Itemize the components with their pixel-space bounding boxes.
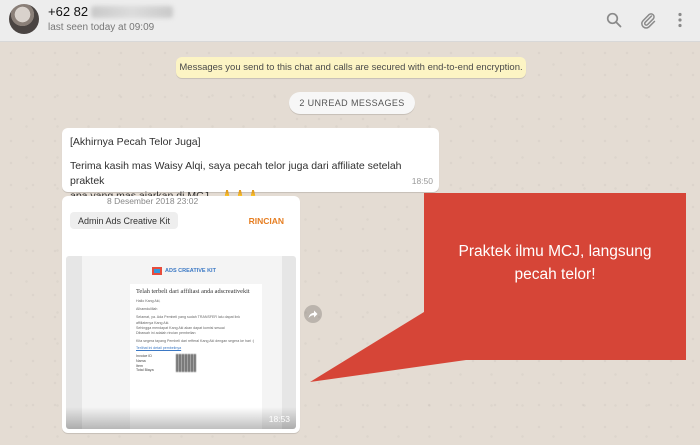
contact-name[interactable]: +62 82	[48, 4, 174, 19]
document-sender-text: Admin Ads Creative Kit	[78, 215, 171, 226]
incoming-document-message[interactable]: 8 Desember 2018 23:02 Admin Ads Creative…	[62, 196, 300, 433]
message-timestamp: 18:50	[411, 176, 433, 186]
invoice-table: Invoice ID Nama Item Total Biaya	[136, 354, 256, 373]
unread-badge-text: 2 UNREAD MESSAGES	[299, 98, 405, 108]
email-line: Selamat, ya. Ada Pembeli yang sudah TRAN…	[136, 315, 241, 325]
email-line: Hallo Kang Aki,	[136, 299, 161, 303]
chat-header: +62 82 last seen today at 09:09	[0, 0, 700, 42]
contact-number: +62 82	[48, 4, 89, 19]
message-body-line: Terima kasih mas Waisy Alqi, saya pecah …	[70, 160, 402, 187]
message-timestamp: 18:53	[268, 414, 290, 424]
message-title-line: [Akhirnya Pecah Telor Juga]	[70, 136, 201, 148]
email-line: Alhamdulillah	[136, 307, 158, 312]
email-screenshot-image[interactable]: ADS CREATIVE KIT Telah terbeli dari affi…	[66, 256, 296, 429]
attach-icon[interactable]	[638, 10, 658, 30]
last-seen-status: last seen today at 09:09	[48, 22, 155, 33]
image-shade	[66, 407, 296, 429]
encryption-notice-text: Messages you send to this chat and calls…	[179, 62, 523, 73]
unread-messages-badge: 2 UNREAD MESSAGES	[289, 92, 415, 114]
invoice-field: Total Biaya	[136, 368, 154, 373]
menu-icon[interactable]	[670, 10, 690, 30]
search-icon[interactable]	[604, 10, 624, 30]
ads-creative-kit-logo: ADS CREATIVE KIT	[152, 267, 216, 275]
forward-icon[interactable]	[304, 305, 322, 323]
blurred-number	[91, 5, 174, 18]
callout-text-line: pecah telor!	[514, 266, 596, 283]
callout-text-line: Praktek ilmu MCJ, langsung	[458, 243, 652, 260]
document-sender-pill: Admin Ads Creative Kit	[70, 212, 179, 229]
document-date: 8 Desember 2018 23:02	[107, 196, 199, 206]
logo-icon	[152, 267, 162, 275]
callout-text: Praktek ilmu MCJ, langsung pecah telor!	[430, 240, 680, 286]
incoming-message[interactable]: [Akhirnya Pecah Telor Juga] Terima kasih…	[62, 128, 439, 202]
encryption-notice[interactable]: Messages you send to this chat and calls…	[176, 57, 526, 78]
email-card: ADS CREATIVE KIT Telah terbeli dari affi…	[82, 256, 282, 429]
details-link[interactable]: RINCIAN	[249, 216, 284, 226]
logo-text: ADS CREATIVE KIT	[165, 268, 216, 274]
avatar[interactable]	[9, 4, 39, 34]
email-heading: Telah terbeli dari affiliasi anda adscre…	[136, 288, 250, 295]
redacted-values	[176, 354, 196, 373]
email-line: Kita segera tayang Pembeli dari refferal…	[136, 339, 255, 344]
email-line: Dibawah ini adalah rincian pembelian	[136, 331, 196, 336]
email-link: Terlihat ini detail pembelinya	[136, 346, 182, 351]
